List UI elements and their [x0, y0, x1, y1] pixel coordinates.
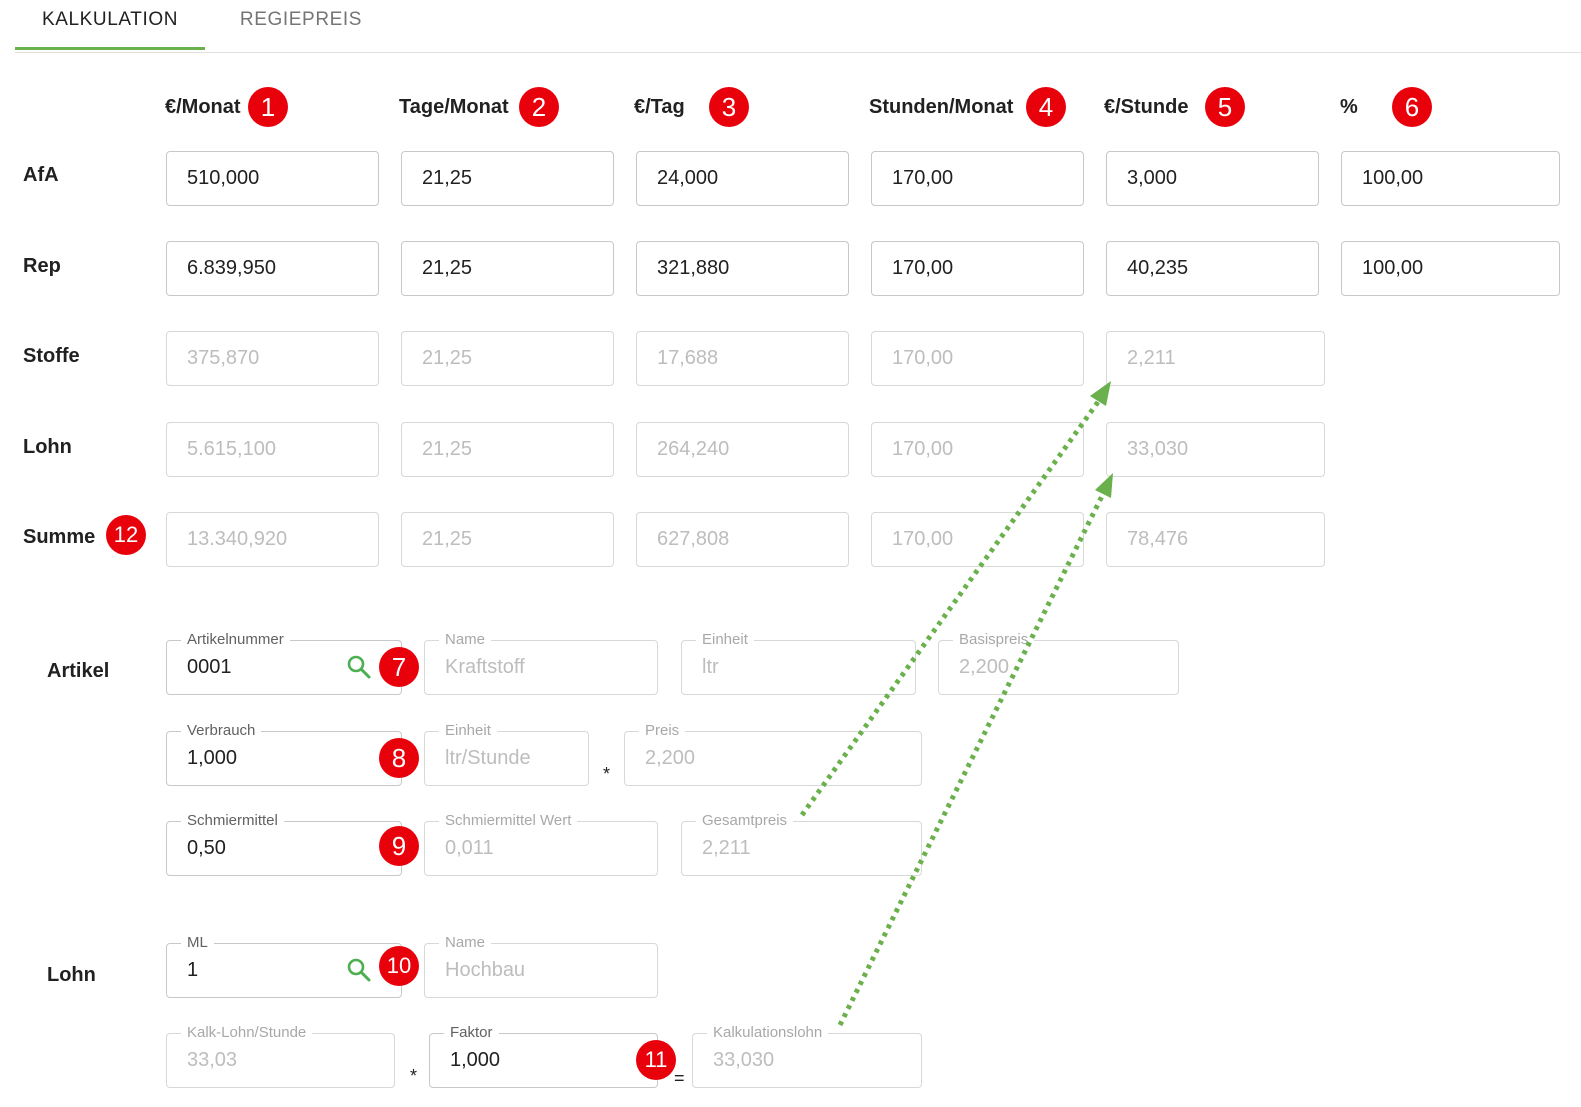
kalkulationslohn-field: Kalkulationslohn 33,030	[692, 1023, 922, 1088]
lohn-eur-monat-field: 5.615,100	[166, 422, 379, 477]
verbrauch-einheit-value: ltr/Stunde	[445, 747, 531, 769]
lohn-name-field: Name Hochbau	[424, 933, 658, 998]
row-label-stoffe: Stoffe	[23, 345, 80, 367]
afa-tage-monat-input[interactable]: 21,25	[401, 151, 614, 206]
section-label-lohn: Lohn	[47, 964, 96, 986]
lohn-eur-tag-field: 264,240	[636, 422, 849, 477]
tab-kalkulation[interactable]: KALKULATION	[15, 0, 205, 50]
basispreis-value: 2,200	[959, 656, 1010, 678]
rep-eur-stunde-input[interactable]: 40,235	[1106, 241, 1319, 296]
stoffe-eur-stunde-field: 2,211	[1106, 331, 1325, 386]
row-label-rep: Rep	[23, 255, 61, 277]
afa-stunden-monat-input[interactable]: 170,00	[871, 151, 1084, 206]
column-header-tage-monat: Tage/Monat	[399, 96, 509, 118]
badge-11: 11	[636, 1040, 676, 1080]
verbrauch-einheit-field: Einheit ltr/Stunde	[424, 721, 589, 786]
badge-6: 6	[1392, 87, 1432, 127]
kalk-lohn-value: 33,03	[187, 1049, 238, 1071]
rep-stunden-monat-input[interactable]: 170,00	[871, 241, 1084, 296]
rep-tage-monat-input[interactable]: 21,25	[401, 241, 614, 296]
row-label-afa: AfA	[23, 164, 59, 186]
lohn-eur-stunde-field: 33,030	[1106, 422, 1325, 477]
kalk-lohn-field: Kalk-Lohn/Stunde 33,03	[166, 1023, 395, 1088]
search-icon[interactable]	[346, 654, 372, 680]
preis-value: 2,200	[645, 747, 696, 769]
badge-5: 5	[1205, 87, 1245, 127]
section-label-artikel: Artikel	[47, 660, 110, 682]
row-label-summe: Summe	[23, 526, 96, 548]
artikel-einheit-value: ltr	[702, 656, 719, 678]
stoffe-eur-monat-field: 375,870	[166, 331, 379, 386]
schmiermittel-field[interactable]: Schmiermittel 0,50	[166, 811, 402, 876]
verbrauch-field[interactable]: Verbrauch 1,000	[166, 721, 402, 786]
badge-9: 9	[379, 826, 419, 866]
stoffe-tage-monat-field: 21,25	[401, 331, 614, 386]
tab-regiepreis[interactable]: REGIEPREIS	[205, 0, 397, 50]
lohn-tage-monat-field: 21,25	[401, 422, 614, 477]
row-label-lohn: Lohn	[23, 436, 72, 458]
summe-tage-monat-field: 21,25	[401, 512, 614, 567]
artikel-name-field: Name Kraftstoff	[424, 630, 658, 695]
badge-12: 12	[106, 515, 146, 555]
afa-prozent-input[interactable]: 100,00	[1341, 151, 1560, 206]
kalkulationslohn-value: 33,030	[713, 1049, 775, 1071]
column-header-prozent: %	[1340, 96, 1358, 118]
rep-eur-monat-input[interactable]: 6.839,950	[166, 241, 379, 296]
basispreis-field: Basispreis 2,200	[938, 630, 1179, 695]
faktor-field[interactable]: Faktor 1,000	[429, 1023, 658, 1088]
summe-eur-stunde-field: 78,476	[1106, 512, 1325, 567]
lohn-name-value: Hochbau	[445, 959, 526, 981]
summe-eur-monat-field: 13.340,920	[166, 512, 379, 567]
column-header-eur-tag: €/Tag	[634, 96, 685, 118]
afa-eur-tag-input[interactable]: 24,000	[636, 151, 849, 206]
verbrauch-value[interactable]: 1,000	[187, 732, 237, 785]
column-header-stunden-monat: Stunden/Monat	[869, 96, 1014, 118]
schmiermittel-wert-field: Schmiermittel Wert 0,011	[424, 811, 658, 876]
afa-eur-monat-input[interactable]: 510,000	[166, 151, 379, 206]
faktor-value[interactable]: 1,000	[450, 1034, 500, 1087]
summe-stunden-monat-field: 170,00	[871, 512, 1084, 567]
stoffe-stunden-monat-field: 170,00	[871, 331, 1084, 386]
column-header-eur-stunde: €/Stunde	[1104, 96, 1189, 118]
rep-eur-tag-input[interactable]: 321,880	[636, 241, 849, 296]
badge-10: 10	[379, 946, 419, 986]
schmiermittel-value[interactable]: 0,50	[187, 822, 226, 875]
rep-prozent-input[interactable]: 100,00	[1341, 241, 1560, 296]
stoffe-eur-tag-field: 17,688	[636, 331, 849, 386]
badge-4: 4	[1026, 87, 1066, 127]
badge-8: 8	[379, 738, 419, 778]
badge-1: 1	[248, 87, 288, 127]
column-header-eur-monat: €/Monat	[165, 96, 241, 118]
afa-eur-stunde-input[interactable]: 3,000	[1106, 151, 1319, 206]
ml-value[interactable]: 1	[187, 944, 198, 997]
schmiermittel-wert-value: 0,011	[445, 837, 494, 859]
equals-sign: =	[674, 1068, 685, 1088]
badge-2: 2	[519, 87, 559, 127]
gesamtpreis-field: Gesamtpreis 2,211	[681, 811, 922, 876]
badge-7: 7	[379, 647, 419, 687]
artikelnummer-value[interactable]: 0001	[187, 641, 232, 694]
artikel-einheit-field: Einheit ltr	[681, 630, 916, 695]
search-icon[interactable]	[346, 957, 372, 983]
multiply-sign: *	[603, 764, 611, 784]
artikel-name-value: Kraftstoff	[445, 656, 525, 678]
preis-field: Preis 2,200	[624, 721, 922, 786]
gesamtpreis-value: 2,211	[702, 837, 751, 859]
summe-eur-tag-field: 627,808	[636, 512, 849, 567]
lohn-stunden-monat-field: 170,00	[871, 422, 1084, 477]
multiply-sign: *	[410, 1066, 418, 1086]
badge-3: 3	[709, 87, 749, 127]
